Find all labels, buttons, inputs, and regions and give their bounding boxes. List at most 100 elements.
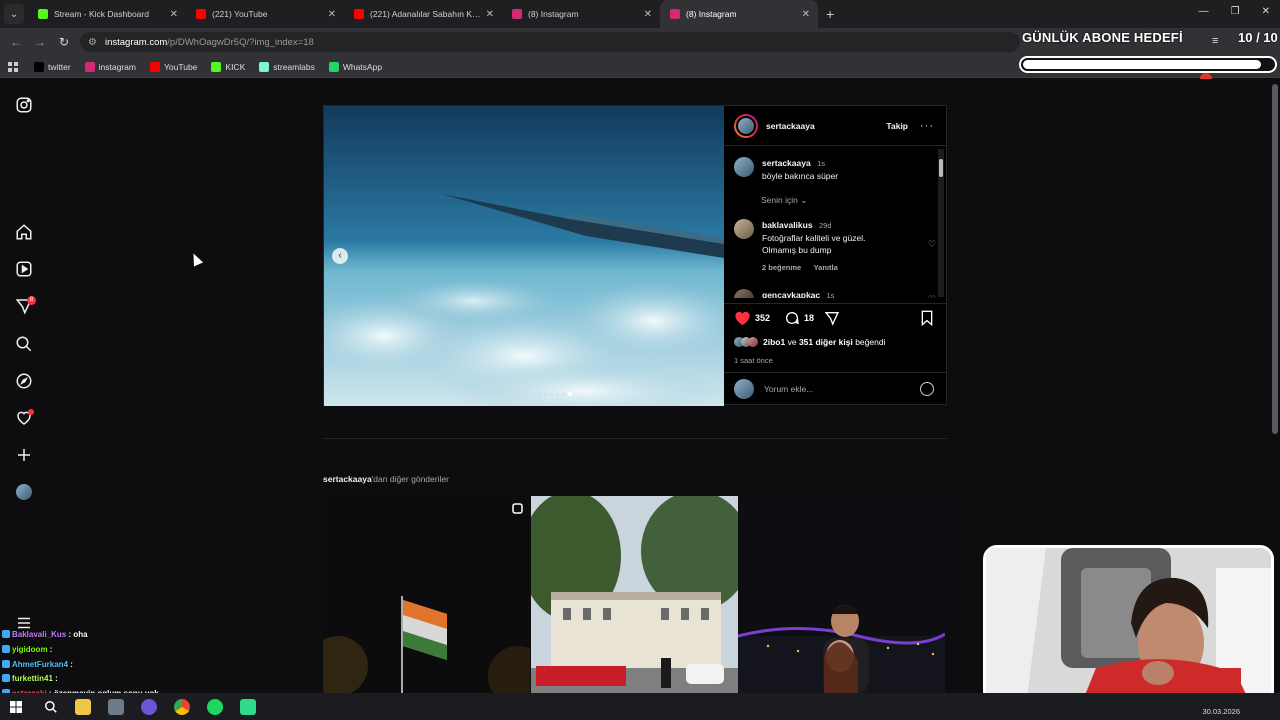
comment-like-heart-icon[interactable]: ♡ bbox=[928, 294, 936, 298]
obs-app-icon[interactable] bbox=[240, 698, 256, 715]
like-heart-icon[interactable] bbox=[734, 310, 751, 326]
create-plus-icon[interactable] bbox=[15, 446, 33, 464]
comment-text-line1: Fotoğraflar kaliteli ve güzel. bbox=[762, 233, 866, 243]
goal-title: GÜNLÜK ABONE HEDEFİ bbox=[1022, 30, 1183, 45]
profile-avatar[interactable] bbox=[16, 484, 32, 500]
add-comment-input[interactable]: Yorum ekle... bbox=[764, 384, 813, 394]
window-controls: — ❐ ✕ bbox=[1199, 6, 1270, 17]
comment-like-heart-icon[interactable]: ♡ bbox=[928, 239, 936, 250]
comment-like-count[interactable]: 2 beğenme bbox=[762, 262, 801, 274]
windows-start-icon[interactable] bbox=[10, 700, 22, 713]
comment-time: 29d bbox=[818, 221, 832, 230]
more-post-thumbnail[interactable] bbox=[323, 496, 530, 693]
more-post-thumbnail[interactable] bbox=[531, 496, 738, 693]
previous-slide-button[interactable]: ‹ bbox=[332, 248, 348, 264]
instagram-logo-icon[interactable] bbox=[15, 96, 33, 114]
comment-username[interactable]: baklavalikus bbox=[762, 220, 813, 230]
chevron-down-icon: ⌄ bbox=[800, 195, 808, 205]
file-explorer-icon[interactable] bbox=[75, 698, 91, 715]
post-photo[interactable]: ‹ bbox=[324, 106, 724, 406]
bookmark-streamlabs[interactable]: streamlabs bbox=[259, 61, 315, 72]
like-count: 352 bbox=[755, 313, 771, 323]
apps-icon[interactable] bbox=[8, 61, 18, 72]
for-you-filter[interactable]: Senin için ⌄ bbox=[761, 195, 807, 206]
instagram-icon bbox=[512, 9, 522, 19]
app-icon[interactable] bbox=[108, 698, 124, 715]
site-info-icon[interactable]: ⚙ bbox=[88, 37, 97, 48]
chrome-icon[interactable] bbox=[174, 698, 190, 715]
liked-by-others[interactable]: 351 diğer kişi bbox=[799, 337, 853, 347]
youtube-icon bbox=[196, 9, 206, 19]
chat-username[interactable]: Baklavali_Kus bbox=[12, 630, 66, 639]
chat-username[interactable]: yigidoom bbox=[12, 645, 48, 654]
caption-avatar[interactable] bbox=[734, 157, 754, 177]
goal-progress-bar bbox=[1019, 56, 1277, 73]
comment-username[interactable]: gencaykapkac bbox=[762, 290, 820, 298]
airplane-wing-photo bbox=[324, 106, 724, 406]
media-controls-icon[interactable]: ≡ bbox=[1212, 35, 1218, 47]
search-icon[interactable] bbox=[44, 700, 58, 714]
bookmark-twitter[interactable]: twitter bbox=[34, 61, 71, 72]
tab-strip: ⌄ Stream - Kick Dashboard ✕ (221) YouTube ✕… bbox=[0, 0, 1280, 28]
chat-message: furkettin41 : bbox=[2, 672, 159, 687]
slide-dot bbox=[544, 392, 547, 396]
search-icon[interactable] bbox=[15, 335, 33, 353]
emoji-icon[interactable] bbox=[920, 382, 934, 396]
browser-tab[interactable]: (221) Adanalılar Sabahın Körün ✕ bbox=[344, 0, 502, 28]
comment-icon[interactable] bbox=[784, 310, 800, 326]
save-bookmark-icon[interactable] bbox=[920, 310, 934, 326]
comments-scroll-thumb[interactable] bbox=[939, 159, 943, 177]
spotify-icon[interactable] bbox=[207, 698, 223, 715]
follow-button[interactable]: Takip bbox=[886, 121, 908, 131]
reels-icon[interactable] bbox=[15, 260, 33, 278]
instagram-icon bbox=[670, 9, 680, 19]
reply-button[interactable]: Yanıtla bbox=[814, 263, 838, 272]
explore-icon[interactable] bbox=[15, 372, 33, 390]
bookmark-kick[interactable]: KICK bbox=[211, 61, 245, 72]
comment-avatar[interactable] bbox=[734, 289, 754, 298]
forward-button[interactable]: → bbox=[28, 35, 52, 49]
home-icon[interactable] bbox=[15, 223, 33, 241]
tab-search-button[interactable]: ⌄ bbox=[4, 4, 24, 24]
browser-tab[interactable]: Stream - Kick Dashboard ✕ bbox=[28, 0, 186, 28]
chat-badge-icon bbox=[2, 659, 10, 668]
comment-avatar[interactable] bbox=[734, 219, 754, 239]
chat-username[interactable]: AhmetFurkan4 bbox=[12, 660, 68, 669]
author-username[interactable]: sertackaaya bbox=[766, 121, 815, 131]
bookmark-whatsapp[interactable]: WhatsApp bbox=[328, 61, 382, 72]
more-posts-user[interactable]: sertackaaya bbox=[323, 474, 372, 484]
caption-username[interactable]: sertackaaya bbox=[762, 158, 811, 168]
close-tab-icon[interactable]: ✕ bbox=[328, 9, 336, 20]
slide-dot bbox=[532, 392, 535, 396]
chat-username[interactable]: furkettin41 bbox=[12, 674, 53, 683]
close-tab-icon[interactable]: ✕ bbox=[644, 9, 652, 20]
minimize-button[interactable]: — bbox=[1199, 6, 1209, 17]
reload-button[interactable]: ↻ bbox=[52, 35, 76, 49]
author-avatar bbox=[736, 115, 756, 136]
post-sidebar: sertackaaya Takip ··· sertackaaya 1s böy… bbox=[724, 106, 946, 404]
bookmark-label: streamlabs bbox=[273, 61, 315, 72]
post-card: ‹ sertackaaya Takip ··· sertackaaya 1s b… bbox=[323, 105, 947, 406]
close-tab-icon[interactable]: ✕ bbox=[802, 9, 810, 20]
bookmark-instagram[interactable]: instagram bbox=[84, 61, 136, 72]
share-icon[interactable] bbox=[824, 310, 840, 326]
back-button[interactable]: ← bbox=[4, 35, 28, 49]
author-avatar-ring[interactable] bbox=[734, 113, 758, 138]
liked-by-user[interactable]: 2ibo1 bbox=[763, 337, 785, 347]
close-tab-icon[interactable]: ✕ bbox=[486, 9, 494, 20]
page-scrollbar[interactable] bbox=[1272, 84, 1278, 434]
discord-icon[interactable] bbox=[141, 698, 157, 715]
browser-tab[interactable]: (8) Instagram ✕ bbox=[660, 0, 818, 28]
more-post-thumbnail[interactable] bbox=[738, 496, 945, 693]
comments-scrollbar[interactable] bbox=[938, 149, 944, 297]
close-window-button[interactable]: ✕ bbox=[1262, 6, 1270, 17]
browser-tab[interactable]: (8) Instagram ✕ bbox=[502, 0, 660, 28]
close-tab-icon[interactable]: ✕ bbox=[170, 9, 178, 20]
restore-button[interactable]: ❐ bbox=[1231, 6, 1240, 17]
new-tab-button[interactable]: + bbox=[826, 6, 834, 22]
slide-dot bbox=[526, 392, 529, 396]
more-options-icon[interactable]: ··· bbox=[920, 120, 934, 132]
url-input[interactable]: ⚙ instagram.com/p/DWhOagwDr5Q/?img_index… bbox=[80, 32, 1020, 52]
browser-tab[interactable]: (221) YouTube ✕ bbox=[186, 0, 344, 28]
bookmark-youtube[interactable]: YouTube bbox=[150, 61, 197, 72]
